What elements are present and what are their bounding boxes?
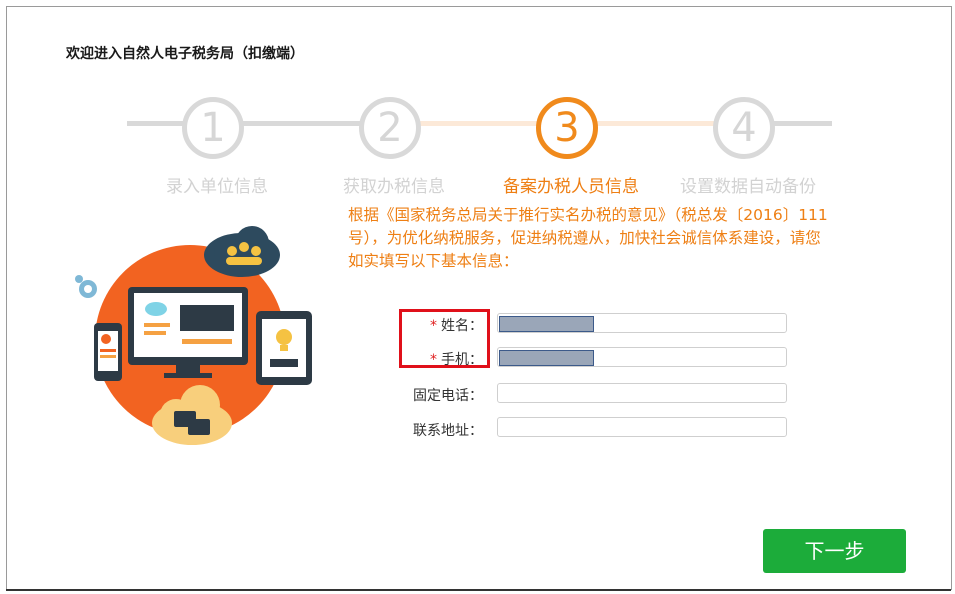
devices-illustration [75, 226, 312, 445]
window-bottom-border [6, 589, 951, 591]
tablet-icon [256, 311, 312, 385]
name-value-redacted [499, 316, 594, 332]
smartphone-icon [94, 323, 122, 381]
landline-label: 固定电话： [413, 388, 483, 404]
step-track-3-4 [596, 121, 718, 126]
name-field[interactable] [497, 313, 787, 333]
step-1-label: 录入单位信息 [166, 177, 268, 197]
landline-field[interactable] [497, 383, 787, 403]
step-4-circle: 4 [713, 97, 775, 159]
step-2-circle: 2 [359, 97, 421, 159]
real-name-notice: 根据《国家税务总局关于推行实名办税的意见》（税总发〔2016〕111号），为优化… [348, 206, 828, 270]
step-track-1-2 [242, 121, 364, 126]
step-4-label: 设置数据自动备份 [680, 177, 816, 197]
window-title: 欢迎进入自然人电子税务局（扣缴端） [66, 46, 304, 62]
step-3-circle: 3 [536, 97, 598, 159]
phone-value-redacted [499, 350, 594, 366]
step-2-label: 获取办税信息 [343, 177, 445, 197]
step-1-circle: 1 [182, 97, 244, 159]
address-label: 联系地址： [413, 423, 483, 439]
step-track-right [773, 121, 832, 126]
gear-icon [75, 275, 97, 298]
desktop-monitor-icon [128, 287, 248, 378]
step-track-left [127, 121, 187, 126]
phone-field[interactable] [497, 347, 787, 367]
step-3-label: 备案办税人员信息 [503, 177, 639, 197]
required-fields-highlight [399, 309, 490, 368]
next-step-button[interactable]: 下一步 [763, 529, 906, 573]
address-field[interactable] [497, 417, 787, 437]
people-cloud-icon [204, 226, 280, 277]
step-track-2-3 [419, 121, 541, 126]
